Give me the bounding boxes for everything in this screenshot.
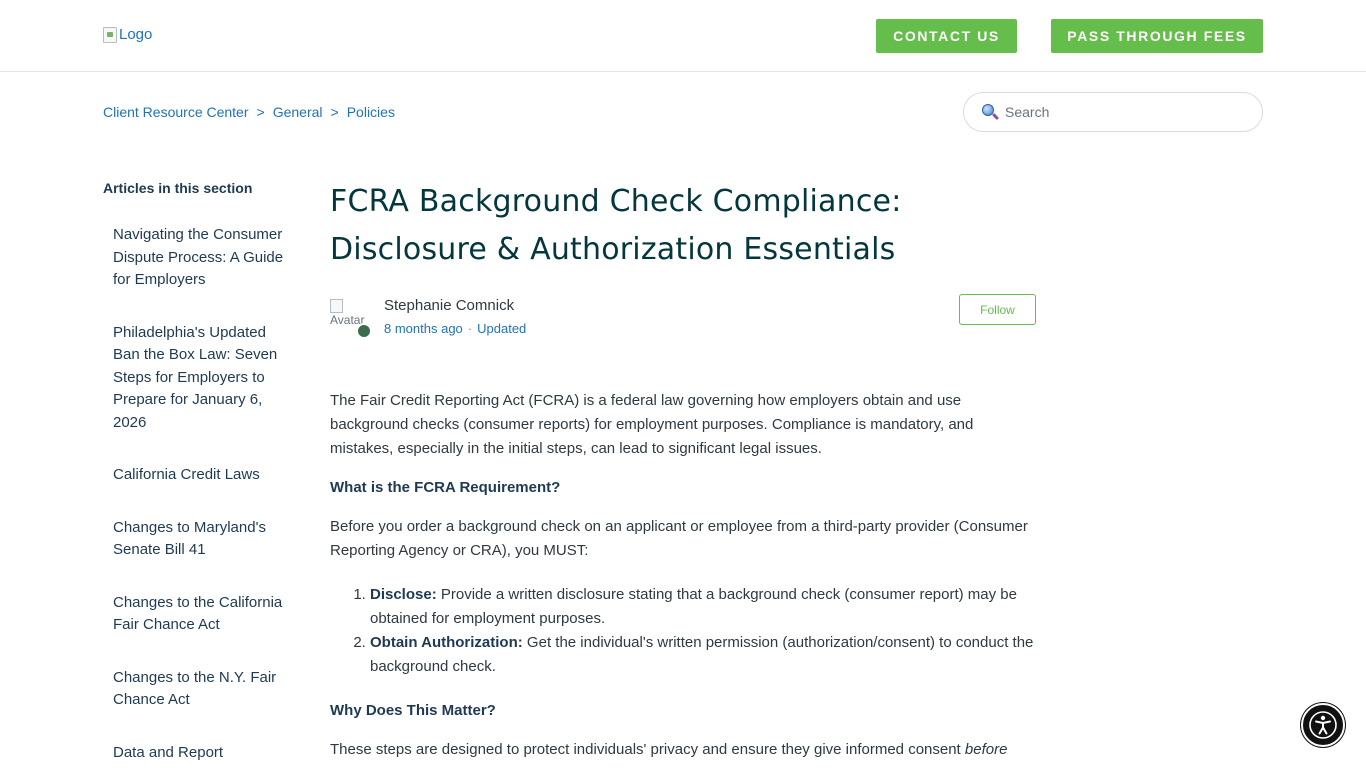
article-timestamps: 8 months ago · Updated bbox=[384, 321, 526, 336]
search-icon bbox=[981, 103, 1000, 121]
sidebar-article-link[interactable]: Philadelphia's Updated Ban the Box Law: … bbox=[113, 322, 293, 435]
sidebar-article-link[interactable]: Changes to the N.Y. Fair Chance Act bbox=[113, 667, 293, 712]
logo[interactable]: Logo bbox=[103, 26, 152, 43]
sidebar-article-list: Navigating the Consumer Dispute Process:… bbox=[103, 224, 293, 764]
list-item-term: Disclose: bbox=[370, 586, 437, 603]
breadcrumb-item-general[interactable]: General bbox=[273, 104, 323, 120]
sidebar-title: Articles in this section bbox=[103, 180, 253, 196]
contact-us-button[interactable]: CONTACT US bbox=[876, 19, 1017, 53]
sidebar-article-link[interactable]: Changes to Maryland's Senate Bill 41 bbox=[113, 517, 293, 562]
broken-image-icon bbox=[103, 26, 117, 43]
requirements-list: Disclose: Provide a written disclosure s… bbox=[330, 583, 1040, 679]
breadcrumb-separator: > bbox=[256, 104, 265, 120]
site-header: Logo CONTACT US PASS THROUGH FEES bbox=[0, 0, 1366, 72]
list-item: Obtain Authorization: Get the individual… bbox=[370, 631, 1040, 679]
agent-badge-icon bbox=[356, 323, 370, 339]
separator-dot: · bbox=[467, 321, 473, 336]
breadcrumb: Client Resource Center > General > Polic… bbox=[103, 104, 395, 120]
sidebar-article-link[interactable]: Changes to the California Fair Chance Ac… bbox=[113, 592, 293, 637]
author-name: Stephanie Comnick bbox=[384, 297, 515, 314]
list-item-text: Provide a written disclosure stating tha… bbox=[370, 586, 1017, 627]
article-subheading: Why Does This Matter? bbox=[330, 702, 496, 719]
article-paragraph: These steps are designed to protect indi… bbox=[330, 738, 1040, 762]
article-meta: Avatar Stephanie Comnick 8 months ago · Up… bbox=[330, 294, 1036, 339]
list-item: Disclose: Provide a written disclosure s… bbox=[370, 583, 1040, 631]
list-item-term: Obtain Authorization: bbox=[370, 634, 523, 651]
sidebar: Articles in this section Navigating the … bbox=[103, 178, 293, 768]
sidebar-article-link[interactable]: California Credit Laws bbox=[113, 464, 293, 487]
breadcrumb-separator: > bbox=[330, 104, 339, 120]
accessibility-icon bbox=[1309, 711, 1337, 739]
article-title: FCRA Background Check Compliance: Disclo… bbox=[330, 184, 902, 267]
sidebar-article-link[interactable]: Data and Report bbox=[113, 742, 293, 765]
created-time: 8 months ago bbox=[384, 321, 463, 336]
article-subheading: What is the FCRA Requirement? bbox=[330, 479, 561, 496]
search-input[interactable] bbox=[1005, 104, 1245, 120]
breadcrumb-item-client-resource-center[interactable]: Client Resource Center bbox=[103, 104, 249, 120]
updated-label: Updated bbox=[477, 321, 527, 336]
broken-image-icon bbox=[330, 299, 343, 313]
sidebar-article-link[interactable]: Navigating the Consumer Dispute Process:… bbox=[113, 224, 293, 292]
emphasis-text: before bbox=[964, 741, 1008, 758]
accessibility-button[interactable] bbox=[1301, 703, 1345, 747]
avatar: Avatar bbox=[330, 299, 370, 339]
search-box[interactable] bbox=[963, 92, 1263, 132]
paragraph-text: These steps are designed to protect indi… bbox=[330, 741, 965, 758]
pass-through-fees-button[interactable]: PASS THROUGH FEES bbox=[1051, 19, 1263, 53]
follow-button[interactable]: Follow bbox=[959, 294, 1036, 325]
article-paragraph: Before you order a background check on a… bbox=[330, 518, 1028, 559]
article-header: FCRA Background Check Compliance: Disclo… bbox=[330, 178, 1036, 274]
article-body: The Fair Credit Reporting Act (FCRA) is … bbox=[330, 389, 1040, 768]
breadcrumb-item-policies[interactable]: Policies bbox=[347, 104, 395, 120]
logo-alt-text: Logo bbox=[119, 26, 153, 43]
article-paragraph: The Fair Credit Reporting Act (FCRA) is … bbox=[330, 392, 974, 457]
